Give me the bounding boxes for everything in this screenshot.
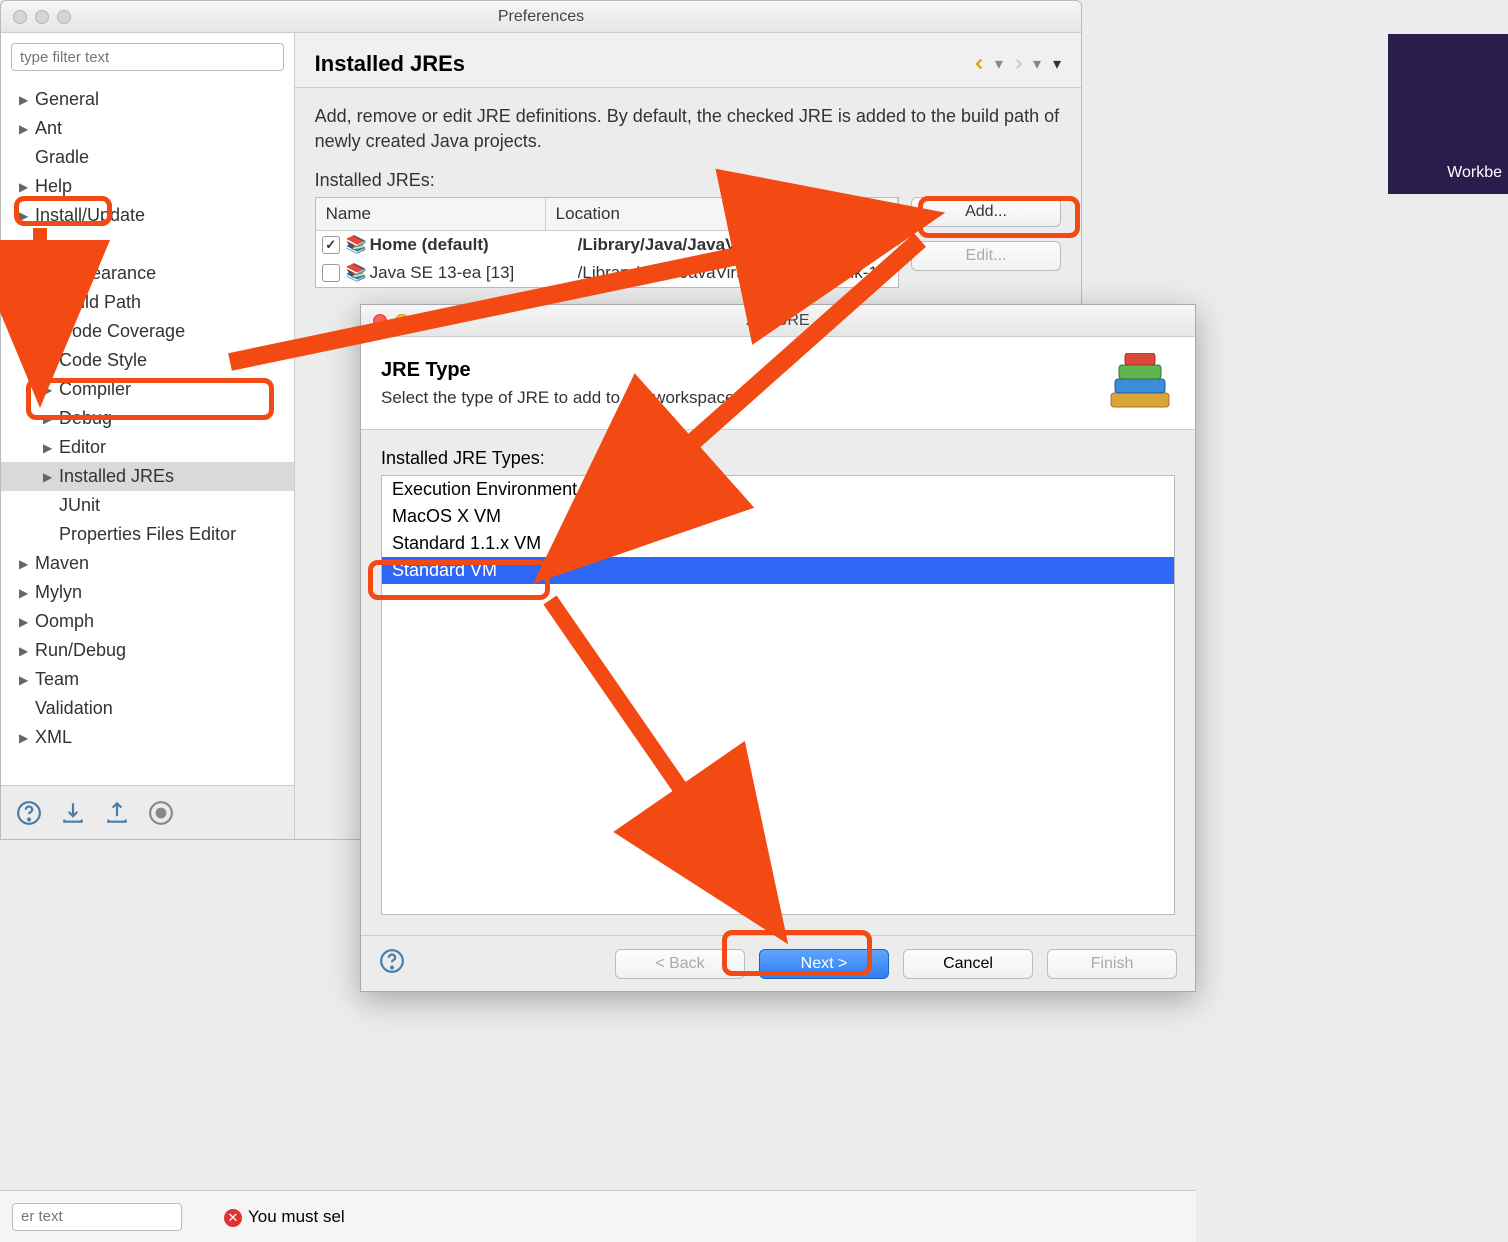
tree-item-gradle[interactable]: ▶Gradle <box>1 143 294 172</box>
list-item-execution-environment-description[interactable]: Execution Environment Description <box>382 476 1174 503</box>
tree-item-install-update[interactable]: ▶Install/Update <box>1 201 294 230</box>
back-button[interactable]: < Back <box>615 949 745 979</box>
tree-item-validation[interactable]: ▶Validation <box>1 694 294 723</box>
tree-item-maven[interactable]: ▶Maven <box>1 549 294 578</box>
tree-item-mylyn[interactable]: ▶Mylyn <box>1 578 294 607</box>
titlebar: Preferences <box>1 1 1081 33</box>
dialog-heading: JRE Type <box>381 359 1105 382</box>
books-icon <box>1105 353 1175 413</box>
dialog-title: Add JRE <box>361 312 1195 330</box>
tree-item-help[interactable]: ▶Help <box>1 172 294 201</box>
record-icon[interactable] <box>147 799 175 827</box>
sidebar-footer <box>1 785 294 839</box>
table-row[interactable]: 📚Java SE 13-ea [13]/Library/Java/JavaVir… <box>316 259 898 287</box>
bottom-filter-input[interactable] <box>12 1203 182 1231</box>
window-title: Preferences <box>1 8 1081 26</box>
tree-item-java[interactable]: ▼Java <box>1 230 294 259</box>
export-icon[interactable] <box>103 799 131 827</box>
tree-item-run-debug[interactable]: ▶Run/Debug <box>1 636 294 665</box>
filter-input[interactable] <box>11 43 284 71</box>
bottom-bar: ✕ You must sel <box>0 1190 1196 1242</box>
jre-type-list[interactable]: Execution Environment DescriptionMacOS X… <box>381 475 1175 915</box>
nav-arrows[interactable]: ▾ ▾ ▾ <box>971 54 1061 74</box>
preferences-sidebar: ▶General▶Ant▶Gradle▶Help▶Install/Update▼… <box>1 33 295 839</box>
jre-table[interactable]: Name Location ✓📚Home (default)/Library/J… <box>315 197 899 288</box>
list-label: Installed JRE Types: <box>381 448 1175 469</box>
column-location[interactable]: Location <box>546 198 898 230</box>
help-icon[interactable] <box>15 799 43 827</box>
tree-item-oomph[interactable]: ▶Oomph <box>1 607 294 636</box>
tree-item-installed-jres[interactable]: ▶Installed JREs <box>1 462 294 491</box>
column-name[interactable]: Name <box>316 198 546 230</box>
tree-item-appearance[interactable]: ▶Appearance <box>1 259 294 288</box>
page-title: Installed JREs <box>315 51 971 77</box>
tree-item-ant[interactable]: ▶Ant <box>1 114 294 143</box>
tree-item-xml[interactable]: ▶XML <box>1 723 294 752</box>
edit-button[interactable]: Edit... <box>911 241 1061 271</box>
tree-item-general[interactable]: ▶General <box>1 85 294 114</box>
tree-item-code-coverage[interactable]: ▶Code Coverage <box>1 317 294 346</box>
finish-button[interactable]: Finish <box>1047 949 1177 979</box>
add-jre-dialog: Add JRE JRE Type Select the type of JRE … <box>360 304 1196 992</box>
import-icon[interactable] <box>59 799 87 827</box>
cancel-button[interactable]: Cancel <box>903 949 1033 979</box>
list-item-macos-x-vm[interactable]: MacOS X VM <box>382 503 1174 530</box>
list-item-standard-vm[interactable]: Standard VM <box>382 557 1174 584</box>
preferences-tree[interactable]: ▶General▶Ant▶Gradle▶Help▶Install/Update▼… <box>1 81 294 785</box>
list-item-standard-1-1-x-vm[interactable]: Standard 1.1.x VM <box>382 530 1174 557</box>
table-label: Installed JREs: <box>315 170 1061 191</box>
workbench-label: Workbe <box>1447 164 1502 182</box>
dialog-help-icon[interactable] <box>379 948 405 979</box>
error-message: You must sel <box>248 1207 345 1226</box>
tree-item-compiler[interactable]: ▶Compiler <box>1 375 294 404</box>
dialog-subheading: Select the type of JRE to add to the wor… <box>381 388 1105 408</box>
next-button[interactable]: Next > <box>759 949 889 979</box>
add-button[interactable]: Add... <box>911 197 1061 227</box>
page-description: Add, remove or edit JRE definitions. By … <box>315 104 1061 154</box>
tree-item-editor[interactable]: ▶Editor <box>1 433 294 462</box>
error-icon: ✕ <box>224 1209 242 1227</box>
tree-item-junit[interactable]: ▶JUnit <box>1 491 294 520</box>
table-row[interactable]: ✓📚Home (default)/Library/Java/JavaVirtua… <box>316 231 898 259</box>
tree-item-debug[interactable]: ▶Debug <box>1 404 294 433</box>
tree-item-properties-files-editor[interactable]: ▶Properties Files Editor <box>1 520 294 549</box>
tree-item-build-path[interactable]: ▶Build Path <box>1 288 294 317</box>
tree-item-team[interactable]: ▶Team <box>1 665 294 694</box>
tree-item-code-style[interactable]: ▶Code Style <box>1 346 294 375</box>
